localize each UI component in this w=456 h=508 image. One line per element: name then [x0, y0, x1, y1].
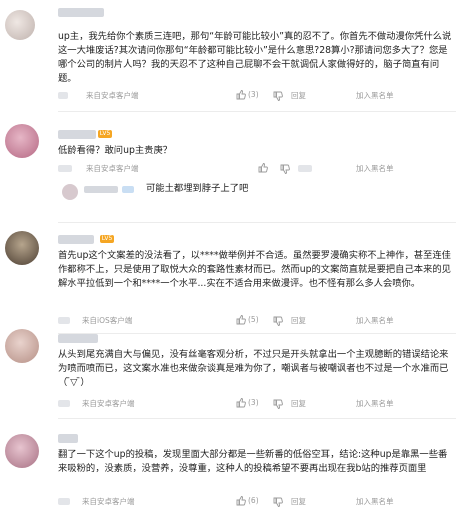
timestamp	[58, 498, 70, 505]
block-button[interactable]: 加入黑名单	[356, 398, 394, 409]
like-count: (6)	[248, 496, 259, 505]
like-count: (3)	[248, 90, 259, 99]
thumb-up-icon[interactable]	[236, 315, 246, 325]
reply-button[interactable]: 回复	[291, 496, 306, 507]
timestamp	[58, 92, 68, 99]
block-button[interactable]: 加入黑名单	[356, 163, 394, 174]
reply-button[interactable]: 回复	[291, 398, 306, 409]
divider	[58, 418, 456, 419]
username[interactable]	[58, 434, 78, 443]
divider	[58, 333, 456, 334]
thumb-down-icon[interactable]	[280, 164, 290, 174]
comment-text: 首先up这个文案差的没法看了，以****做举例并不合适。虽然要罗漫确实称不上神作…	[58, 250, 451, 289]
comment-text: 低龄看得？敢问up主贵庚？	[58, 145, 173, 156]
reply-username[interactable]	[84, 186, 118, 193]
thumb-down-icon[interactable]	[273, 497, 283, 507]
comment-meta: 来自安卓客户端 加入黑名单	[58, 163, 448, 175]
device-label: 来自安卓客户端	[82, 497, 135, 506]
comment-text: 翻了一下这个up的投稿，发现里面大部分都是一些新番的低俗空耳，结论:这种up是靠…	[58, 449, 448, 474]
timestamp	[58, 317, 70, 324]
avatar[interactable]	[5, 124, 39, 158]
device-label: 来自安卓客户端	[82, 399, 135, 408]
reply-avatar[interactable]	[62, 184, 78, 200]
username[interactable]	[58, 8, 104, 17]
divider	[58, 222, 456, 223]
avatar[interactable]	[5, 329, 39, 363]
username[interactable]	[58, 334, 98, 343]
reply-button[interactable]: 回复	[291, 315, 306, 326]
timestamp	[58, 400, 70, 407]
thumb-up-icon[interactable]	[258, 163, 268, 173]
block-button[interactable]: 加入黑名单	[356, 496, 394, 507]
level-badge: LV5	[100, 235, 114, 243]
thumb-down-icon[interactable]	[273, 399, 283, 409]
timestamp	[58, 165, 72, 172]
device-label: 来自安卓客户端	[86, 164, 139, 173]
device-label: 来自安卓客户端	[86, 91, 139, 100]
avatar[interactable]	[5, 231, 39, 265]
like-count: (3)	[248, 398, 259, 407]
divider	[58, 111, 456, 112]
thumb-up-icon[interactable]	[236, 398, 246, 408]
thumb-down-icon[interactable]	[273, 91, 283, 101]
reply-count[interactable]	[298, 165, 312, 172]
comment-text: 从头到尾充满自大与偏见，没有丝毫客观分析，不过只是开头就拿出一个主观臆断的错误结…	[58, 349, 449, 388]
avatar[interactable]	[5, 434, 39, 468]
level-badge: LV5	[98, 130, 112, 138]
comment-meta: 来自安卓客户端 (6) 回复 加入黑名单	[58, 496, 448, 508]
comment-meta: 来自安卓客户端 (3) 回复 加入黑名单	[58, 90, 448, 102]
comment-text: up主，我先给你个素质三连吧，那句“年龄可能比较小”真的忍不了。你首先不做动漫你…	[58, 31, 452, 84]
comment-meta: 来自iOS客户端 (5) 回复 加入黑名单	[58, 315, 448, 327]
username[interactable]	[58, 235, 94, 244]
comment-meta: 来自安卓客户端 (3) 回复 加入黑名单	[58, 398, 448, 410]
block-button[interactable]: 加入黑名单	[356, 315, 394, 326]
reply-level-badge	[122, 186, 134, 193]
block-button[interactable]: 加入黑名单	[356, 90, 394, 101]
reply-button[interactable]: 回复	[291, 90, 306, 101]
like-count: (5)	[248, 315, 259, 324]
reply-text: 可能土都埋到脖子上了吧	[146, 183, 249, 194]
device-label: 来自iOS客户端	[82, 316, 133, 325]
thumb-up-icon[interactable]	[236, 90, 246, 100]
thumb-down-icon[interactable]	[273, 316, 283, 326]
avatar[interactable]	[5, 10, 35, 40]
thumb-up-icon[interactable]	[236, 496, 246, 506]
username[interactable]	[58, 130, 96, 139]
